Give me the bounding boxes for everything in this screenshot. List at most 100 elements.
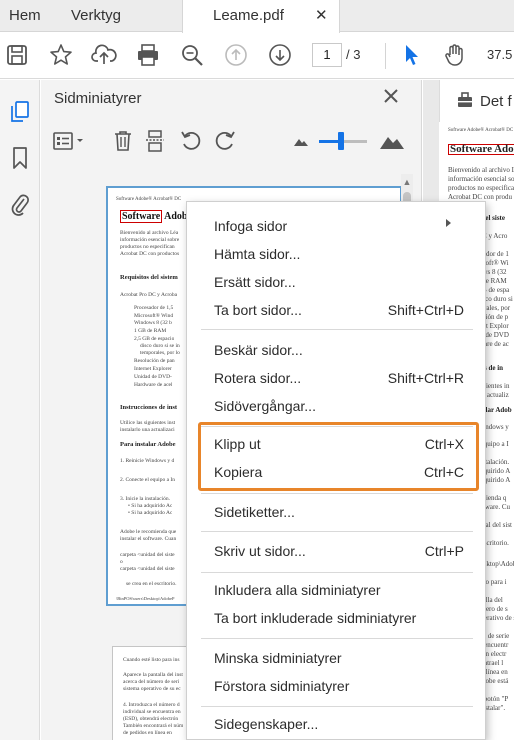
- page-total: / 3: [346, 47, 361, 62]
- menu-item-enlarge-thumbnails[interactable]: Förstora sidminiatyrer: [187, 672, 485, 700]
- delete-trash-icon[interactable]: [110, 128, 136, 154]
- thumb-line: Acrobat Pro DC y Acroba: [120, 292, 178, 298]
- menu-separator: [201, 706, 473, 707]
- menu-item-label: Beskär sidor...: [214, 342, 303, 358]
- menu-item-page-properties[interactable]: Sidegenskaper...: [187, 710, 485, 738]
- left-nav-rail: [0, 80, 40, 740]
- submenu-arrow-icon: [446, 219, 451, 227]
- thumb-line: o: [120, 559, 123, 565]
- toolbox-icon: [457, 92, 473, 111]
- close-tab-icon[interactable]: ✕: [315, 0, 328, 32]
- tab-tools[interactable]: Verktyg: [71, 0, 121, 32]
- thumb-bullet: Unidad de DVD-: [134, 374, 172, 380]
- thumb-header: Software Adobe® Acrobat® DC: [116, 197, 182, 202]
- menu-item-extract-pages[interactable]: Hämta sidor...: [187, 240, 485, 268]
- thumb-line: • Si ha adquirido Ac: [128, 503, 173, 509]
- thumb-bullet: disco duro si se in: [140, 343, 180, 349]
- menu-item-crop-pages[interactable]: Beskär sidor...: [187, 336, 485, 364]
- page-number-input[interactable]: 1: [312, 43, 342, 67]
- thumb-line: carpeta <unidad del siste: [120, 552, 175, 558]
- thumb-bullet: Microsoft® Wind: [134, 313, 174, 319]
- menu-item-embed-all-thumbnails[interactable]: Inkludera alla sidminiatyrer: [187, 576, 485, 604]
- save-icon[interactable]: [3, 41, 31, 69]
- menu-item-remove-embedded-thumbnails[interactable]: Ta bort inkluderade sidminiatyrer: [187, 604, 485, 632]
- thumb-bullet: Procesador de 1,5: [134, 305, 174, 311]
- tab-document[interactable]: Leame.pdf ✕: [182, 0, 340, 33]
- thumb-line: (ESD), obtendrá electrón: [123, 716, 179, 722]
- upload-cloud-icon[interactable]: [90, 41, 118, 69]
- document-text-line: Software Adobe: [448, 144, 514, 155]
- hand-tool-icon[interactable]: [441, 41, 469, 69]
- print-icon[interactable]: [134, 41, 162, 69]
- scroll-up-arrow-icon[interactable]: ▲: [402, 176, 412, 188]
- thumb-line: instalar el software. Cuan: [120, 536, 177, 542]
- menu-item-delete-pages[interactable]: Ta bort sidor... Shift+Ctrl+D: [187, 296, 485, 324]
- menu-item-label: Sidövergångar...: [214, 398, 316, 414]
- insert-page-icon[interactable]: [142, 128, 168, 154]
- thumb-line: carpeta <unidad del siste: [120, 566, 175, 572]
- menu-item-label: Skriv ut sidor...: [214, 543, 306, 559]
- slider-handle[interactable]: [337, 132, 344, 150]
- thumb-line: individual se encuentra en: [123, 709, 181, 715]
- menu-item-reduce-thumbnails[interactable]: Minska sidminiatyrer: [187, 644, 485, 672]
- menu-item-shortcut: Shift+Ctrl+R: [387, 370, 464, 386]
- menu-item-insert-pages[interactable]: Infoga sidor: [187, 212, 485, 240]
- attachments-icon[interactable]: [4, 188, 36, 220]
- document-text-line: información esencial so: [448, 175, 514, 183]
- menu-item-label: Inkludera alla sidminiatyrer: [214, 582, 381, 598]
- menu-item-label: Sidegenskaper...: [214, 716, 319, 732]
- thumb-title-boxed: Software: [120, 210, 163, 223]
- next-page-icon[interactable]: [266, 41, 294, 69]
- panel-title: Sidminiatyrer: [54, 90, 142, 107]
- close-panel-icon[interactable]: [383, 88, 403, 108]
- main-toolbar: 1 / 3 37.5: [0, 33, 514, 79]
- menu-item-shortcut: Ctrl+P: [424, 543, 464, 559]
- right-pane-title: Det f: [480, 93, 512, 110]
- menu-separator: [201, 572, 473, 573]
- menu-item-page-labels[interactable]: Sidetiketter...: [187, 498, 485, 526]
- menu-item-label: Minska sidminiatyrer: [214, 650, 342, 666]
- panel-toolbar: [41, 124, 422, 160]
- menu-item-label: Rotera sidor...: [214, 370, 302, 386]
- menu-item-print-pages[interactable]: Skriv ut sidor... Ctrl+P: [187, 537, 485, 565]
- thumb-line: Acrobat DC con productos: [120, 251, 180, 257]
- thumb-line: sistema operativo de su ec: [123, 686, 181, 692]
- bookmarks-icon[interactable]: [4, 142, 36, 174]
- menu-item-page-transitions[interactable]: Sidövergångar...: [187, 392, 485, 420]
- thumb-line: 3. Inicie la instalación.: [120, 496, 170, 502]
- thumb-line: instalarlo una actualizaci: [120, 427, 175, 433]
- zoom-search-icon[interactable]: [178, 41, 206, 69]
- thumb-line: 1. Reinicie Windows y d: [120, 458, 175, 464]
- options-menu-icon[interactable]: [51, 128, 87, 154]
- zoom-level[interactable]: 37.5: [487, 47, 512, 62]
- star-icon[interactable]: [47, 41, 75, 69]
- thumb-bullet: Hardware de acel: [134, 382, 173, 388]
- menu-item-label: Hämta sidor...: [214, 246, 301, 262]
- page-thumbnails-icon[interactable]: [4, 96, 36, 128]
- zoom-in-thumbnails-icon[interactable]: [377, 128, 407, 154]
- rotate-counterclockwise-icon[interactable]: [178, 128, 204, 154]
- thumb-bullet: 2,5 GB de espacio: [134, 336, 175, 342]
- document-text-line: productos no especifica: [448, 184, 514, 192]
- menu-item-rotate-pages[interactable]: Rotera sidor... Shift+Ctrl+R: [187, 364, 485, 392]
- menu-separator: [201, 638, 473, 639]
- rotate-clockwise-icon[interactable]: [212, 128, 238, 154]
- right-pane-header[interactable]: Det f: [439, 80, 514, 122]
- thumb-line: 4. Introduzca el número d: [123, 702, 180, 708]
- previous-page-icon[interactable]: [222, 41, 250, 69]
- thumb-heading: Requisitos del sistem: [120, 274, 178, 281]
- menu-item-replace-pages[interactable]: Ersätt sidor...: [187, 268, 485, 296]
- thumb-line: Cuando esté listo para ins: [123, 657, 180, 663]
- thumb-bullet: 1 GB de RAM: [134, 328, 167, 334]
- document-text-line: Software Adobe® Acrobat® DC: [448, 128, 514, 133]
- thumb-line: • Si ha adquirido Ac: [128, 510, 173, 516]
- zoom-out-thumbnails-icon[interactable]: [288, 128, 314, 154]
- thumb-line: Utilice las siguientes inst: [120, 420, 176, 426]
- tab-document-label: Leame.pdf: [213, 7, 284, 24]
- menu-separator: [201, 493, 473, 494]
- toolbar-divider: [385, 43, 386, 69]
- tab-home[interactable]: Hem: [9, 0, 41, 32]
- tab-bar: Hem Verktyg Leame.pdf ✕: [0, 0, 514, 33]
- menu-item-label: Ta bort inkluderade sidminiatyrer: [214, 610, 417, 626]
- select-cursor-icon[interactable]: [397, 41, 425, 69]
